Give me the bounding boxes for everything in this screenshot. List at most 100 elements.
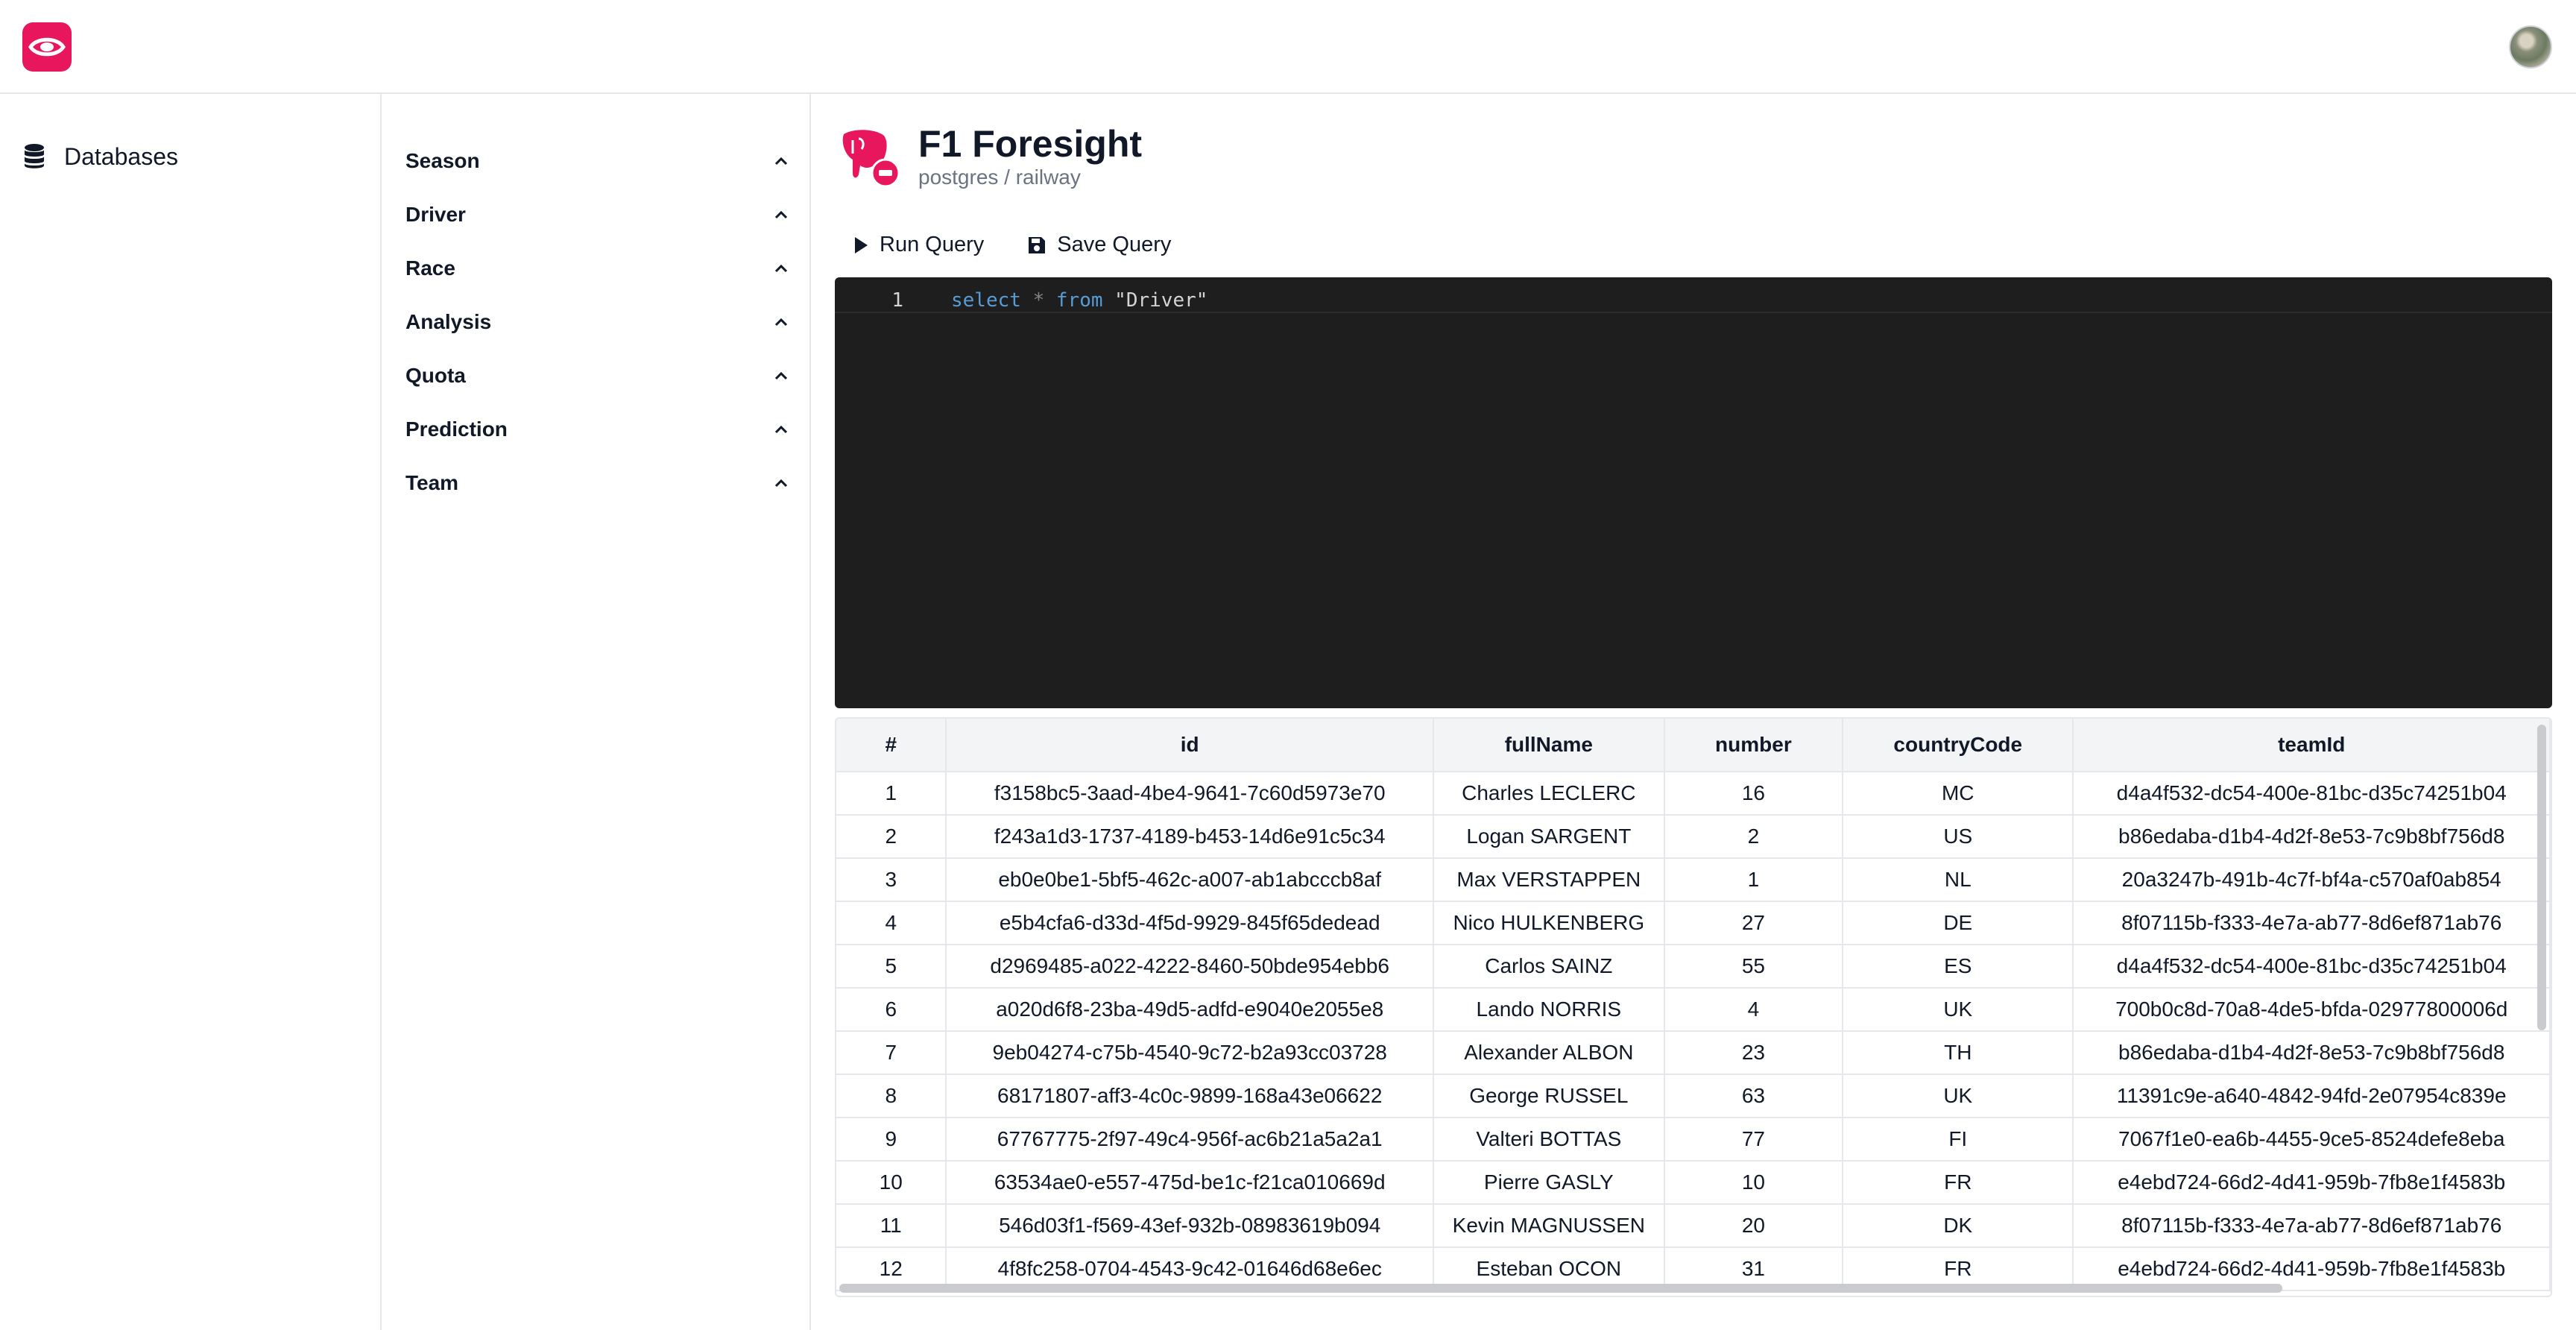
play-icon: [855, 236, 868, 253]
sql-operator: *: [1032, 289, 1045, 312]
table-row[interactable]: 5 d2969485-a022-4222-8460-50bde954ebb6 Car…: [836, 945, 2551, 989]
chevron-up-icon: [774, 479, 788, 488]
connection-subtitle: postgres / railway: [918, 166, 1081, 189]
table-item-label: Quota: [405, 364, 466, 387]
cell-teamid: 700b0c8d-70a8-4de5-bfda-02977800006d: [2073, 988, 2551, 1032]
table-row[interactable]: 6 a020d6f8-23ba-49d5-adfd-e9040e2055e8 Lan…: [836, 988, 2551, 1032]
table-item-label: Team: [405, 471, 459, 494]
sql-keyword-select: select: [951, 289, 1021, 312]
cell-countrycode: US: [1843, 815, 2074, 859]
save-query-button[interactable]: Save Query: [1027, 233, 1171, 257]
column-header-index[interactable]: #: [836, 719, 947, 772]
table-row[interactable]: 4 e5b4cfa6-d33d-4f5d-9929-845f65dedead Nic…: [836, 901, 2551, 945]
table-row[interactable]: 7 9eb04274-c75b-4540-9c72-b2a93cc03728 Ale…: [836, 1031, 2551, 1075]
cell-index: 11: [836, 1204, 947, 1248]
eye-logo-icon[interactable]: [22, 22, 72, 72]
cell-fullname: Logan SARGENT: [1433, 815, 1665, 859]
cell-id: e5b4cfa6-d33d-4f5d-9929-845f65dedead: [946, 901, 1434, 945]
table-item-prediction[interactable]: Prediction: [405, 403, 789, 456]
top-bar: [0, 0, 2576, 94]
cell-index: 4: [836, 901, 947, 945]
cell-countrycode: FR: [1843, 1161, 2074, 1205]
cell-index: 8: [836, 1074, 947, 1118]
cell-number: 23: [1664, 1031, 1844, 1075]
cell-fullname: Valteri BOTTAS: [1433, 1118, 1665, 1162]
cell-index: 1: [836, 772, 947, 816]
run-query-button[interactable]: Run Query: [853, 233, 984, 257]
cell-teamid: 8f07115b-f333-4e7a-ab77-8d6ef871ab76: [2073, 901, 2551, 945]
cell-index: 9: [836, 1118, 947, 1162]
cell-id: a020d6f8-23ba-49d5-adfd-e9040e2055e8: [946, 988, 1434, 1032]
cell-teamid: 11391c9e-a640-4842-94fd-2e07954c839e: [2073, 1074, 2551, 1118]
cell-teamid: 20a3247b-491b-4c7f-bf4a-c570af0ab854: [2073, 858, 2551, 902]
horizontal-scrollbar[interactable]: [839, 1284, 2282, 1293]
cell-id: eb0e0be1-5bf5-462c-a007-ab1abcccb8af: [946, 858, 1434, 902]
cell-countrycode: FI: [1843, 1118, 2074, 1162]
table-row[interactable]: 10 63534ae0-e557-475d-be1c-f21ca010669d Pi…: [836, 1161, 2551, 1205]
table-item-race[interactable]: Race: [405, 242, 789, 295]
cell-number: 1: [1664, 858, 1844, 902]
sql-table-literal: "Driver": [1114, 289, 1208, 312]
cell-id: f3158bc5-3aad-4be4-9641-7c60d5973e70: [946, 772, 1434, 816]
sidebar-nav: Databases: [0, 94, 382, 1330]
results-table-container[interactable]: # id fullName number countryCode teamId …: [835, 717, 2552, 1297]
column-header-teamid[interactable]: teamId: [2073, 719, 2551, 772]
cell-number: 2: [1664, 815, 1844, 859]
table-item-label: Race: [405, 256, 455, 280]
table-item-label: Analysis: [405, 310, 492, 333]
sql-code-line[interactable]: select * from "Driver": [951, 289, 1208, 312]
cell-teamid: 8f07115b-f333-4e7a-ab77-8d6ef871ab76: [2073, 1204, 2551, 1248]
cell-number: 55: [1664, 945, 1844, 989]
sql-editor[interactable]: 1 select * from "Driver": [835, 277, 2552, 708]
cell-number: 27: [1664, 901, 1844, 945]
table-row[interactable]: 9 67767775-2f97-49c4-956f-ac6b21a5a2a1 Val…: [836, 1118, 2551, 1162]
table-item-team[interactable]: Team: [405, 456, 789, 510]
cell-countrycode: TH: [1843, 1031, 2074, 1075]
column-header-id[interactable]: id: [946, 719, 1434, 772]
cell-id: 68171807-aff3-4c0c-9899-168a43e06622: [946, 1074, 1434, 1118]
floppy-disk-icon: [1029, 236, 1046, 253]
table-item-driver[interactable]: Driver: [405, 188, 789, 242]
table-item-label: Driver: [405, 203, 466, 226]
vertical-scrollbar[interactable]: [2537, 725, 2546, 1030]
table-row[interactable]: 8 68171807-aff3-4c0c-9899-168a43e06622 Geo…: [836, 1074, 2551, 1118]
cell-countrycode: DE: [1843, 901, 2074, 945]
table-item-analysis[interactable]: Analysis: [405, 295, 789, 349]
line-number: 1: [891, 289, 903, 312]
cell-index: 2: [836, 815, 947, 859]
cell-countrycode: UK: [1843, 1074, 2074, 1118]
cell-teamid: d4a4f532-dc54-400e-81bc-d35c74251b04: [2073, 945, 2551, 989]
nav-item-databases[interactable]: Databases: [24, 140, 178, 173]
cell-fullname: Pierre GASLY: [1433, 1161, 1665, 1205]
table-row[interactable]: 1 f3158bc5-3aad-4be4-9641-7c60d5973e70 Cha…: [836, 772, 2551, 816]
run-query-label: Run Query: [880, 233, 985, 256]
cell-countrycode: UK: [1843, 988, 2074, 1032]
cell-fullname: Kevin MAGNUSSEN: [1433, 1204, 1665, 1248]
table-item-quota[interactable]: Quota: [405, 349, 789, 403]
cell-teamid: e4ebd724-66d2-4d41-959b-7fb8e1f4583b: [2073, 1161, 2551, 1205]
cell-number: 20: [1664, 1204, 1844, 1248]
table-item-season[interactable]: Season: [405, 134, 789, 188]
table-row[interactable]: 2 f243a1d3-1737-4189-b453-14d6e91c5c34 Log…: [836, 815, 2551, 859]
cell-teamid: b86edaba-d1b4-4d2f-8e53-7c9b8bf756d8: [2073, 1031, 2551, 1075]
table-item-label: Season: [405, 149, 480, 172]
table-row[interactable]: 3 eb0e0be1-5bf5-462c-a007-ab1abcccb8af Max…: [836, 858, 2551, 902]
user-avatar[interactable]: [2509, 25, 2552, 69]
cell-number: 16: [1664, 772, 1844, 816]
column-header-fullname[interactable]: fullName: [1433, 719, 1665, 772]
chevron-up-icon: [774, 157, 788, 166]
cell-countrycode: NL: [1843, 858, 2074, 902]
column-header-countrycode[interactable]: countryCode: [1843, 719, 2074, 772]
results-table: # id fullName number countryCode teamId …: [836, 719, 2551, 1291]
cell-countrycode: DK: [1843, 1204, 2074, 1248]
table-row[interactable]: 11 546d03f1-f569-43ef-932b-08983619b094 Ke…: [836, 1204, 2551, 1248]
chevron-up-icon: [774, 425, 788, 434]
cell-number: 63: [1664, 1074, 1844, 1118]
postgres-elephant-icon: [842, 130, 900, 188]
cell-id: f243a1d3-1737-4189-b453-14d6e91c5c34: [946, 815, 1434, 859]
cell-index: 10: [836, 1161, 947, 1205]
cell-id: 546d03f1-f569-43ef-932b-08983619b094: [946, 1204, 1434, 1248]
column-header-number[interactable]: number: [1664, 719, 1844, 772]
cell-fullname: Lando NORRIS: [1433, 988, 1665, 1032]
database-icon: [25, 144, 44, 168]
